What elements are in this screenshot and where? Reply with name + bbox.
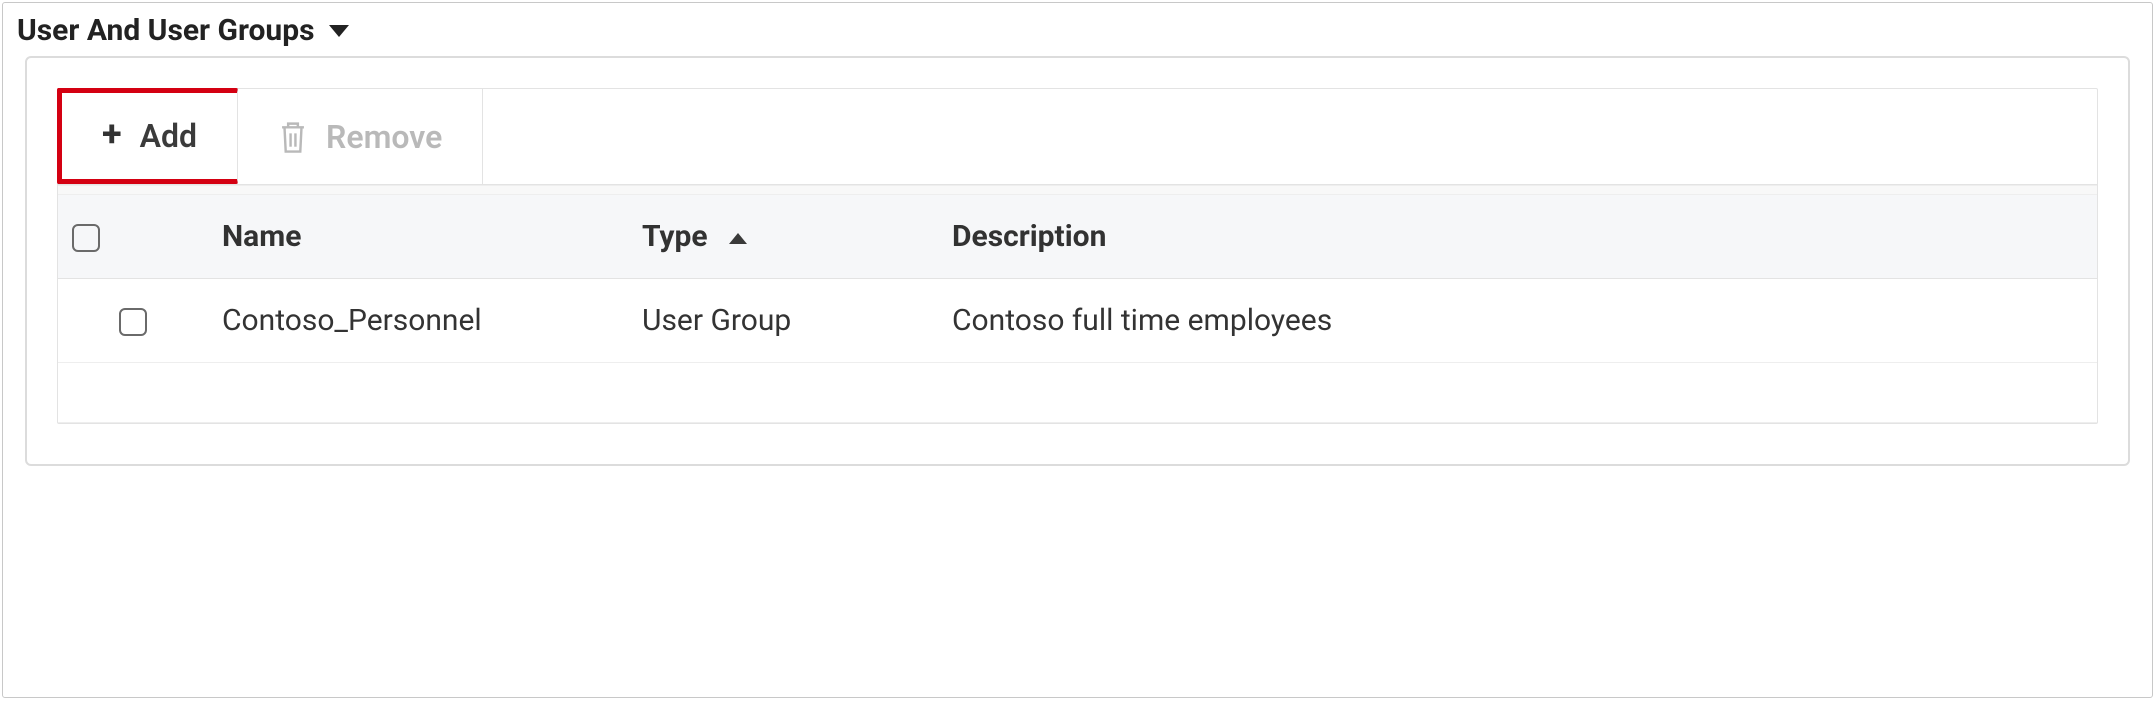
header-checkbox-cell: [58, 195, 208, 279]
toolbar: + Add Remove: [58, 89, 2097, 185]
cell-description: Contoso full time employees: [938, 279, 2097, 363]
inner-card: + Add Remove: [57, 88, 2098, 424]
plus-icon: +: [102, 116, 122, 152]
column-header-description[interactable]: Description: [938, 195, 2097, 279]
sort-ascending-icon: [729, 233, 747, 244]
column-header-type[interactable]: Type: [628, 195, 938, 279]
remove-button: Remove: [238, 89, 483, 184]
section-header[interactable]: User And User Groups: [3, 3, 2152, 56]
data-table: Name Type Description: [58, 195, 2097, 423]
select-all-checkbox[interactable]: [72, 224, 100, 252]
cell-name: Contoso_Personnel: [208, 279, 628, 363]
add-button-label: Add: [140, 117, 197, 155]
panel: + Add Remove: [25, 56, 2130, 466]
column-header-name-label: Name: [222, 219, 301, 254]
empty-space: [58, 363, 2097, 423]
chevron-down-icon: [329, 25, 349, 37]
toolbar-separator: [58, 185, 2097, 195]
row-checkbox[interactable]: [119, 308, 147, 336]
table-row[interactable]: Contoso_Personnel User Group Contoso ful…: [58, 279, 2097, 363]
section-container: User And User Groups + Add: [2, 2, 2153, 698]
column-header-name[interactable]: Name: [208, 195, 628, 279]
remove-button-label: Remove: [326, 118, 442, 156]
trash-icon: [278, 120, 308, 154]
table-header-row: Name Type Description: [58, 195, 2097, 279]
section-title-text: User And User Groups: [17, 13, 315, 48]
add-button[interactable]: + Add: [57, 88, 238, 184]
column-header-description-label: Description: [952, 219, 1106, 254]
row-checkbox-cell: [58, 279, 208, 363]
cell-type: User Group: [628, 279, 938, 363]
column-header-type-label: Type: [642, 219, 708, 254]
